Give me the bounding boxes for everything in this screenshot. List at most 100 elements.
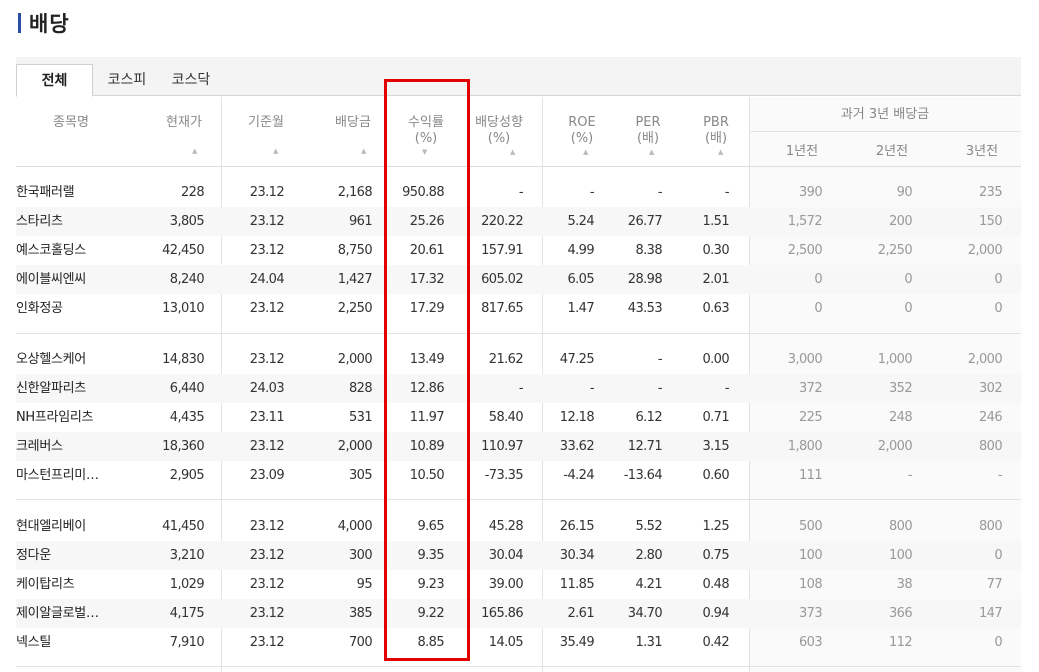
table-row: 인화정공 13,010 23.12 2,250 17.29 817.65 1.47 43.53…	[16, 294, 1021, 323]
cell-payout: -73.35	[484, 468, 523, 483]
header-yield[interactable]: 수익률 (%)	[396, 115, 456, 147]
cell-payout: 45.28	[488, 519, 523, 534]
header-payout-label: 배당성향	[475, 115, 523, 130]
cell-div: 828	[348, 381, 372, 396]
cell-div: 300	[348, 548, 372, 563]
cell-price: 7,910	[169, 635, 204, 650]
cell-yield: 10.89	[409, 439, 444, 454]
cell-div: 95	[356, 577, 372, 592]
cell-p3: 800	[978, 439, 1002, 454]
cell-p1: 2,500	[787, 243, 822, 258]
header-name[interactable]: 종목명	[16, 115, 126, 131]
triangle-up-icon[interactable]: ▲	[583, 148, 588, 156]
dividend-table: 종목명 현재가 ▲ 기준월 ▲ 배당금 ▲ 수익률 (%) ▼ 배당성향 (%)…	[16, 97, 1021, 672]
table-row: 에이블씨엔씨 8,240 24.04 1,427 17.32 605.02 6.05 28.9…	[16, 265, 1021, 294]
cell-p2: 2,250	[877, 243, 912, 258]
cell-price: 41,450	[162, 519, 204, 534]
section-title: 배당	[18, 8, 70, 38]
cell-div: 2,168	[337, 185, 372, 200]
cell-yield: 9.65	[417, 519, 444, 534]
header-pbr[interactable]: PBR (배)	[686, 115, 746, 147]
cell-pbr: 0.48	[702, 577, 729, 592]
stock-name-link[interactable]: 한국패러랠	[16, 178, 116, 207]
group-divider	[16, 499, 1021, 500]
header-base-month[interactable]: 기준월	[236, 115, 296, 131]
header-past-2y: 2년전	[875, 144, 909, 159]
stock-name-link[interactable]: 신한알파리츠	[16, 374, 116, 403]
cell-pbr: 0.30	[702, 243, 729, 258]
cell-p2: -	[907, 468, 912, 483]
cell-p1: 372	[798, 381, 822, 396]
triangle-up-icon[interactable]: ▲	[510, 148, 515, 156]
stock-name-link[interactable]: 크레버스	[16, 432, 116, 461]
cell-p2: 2,000	[877, 439, 912, 454]
stock-name-link[interactable]: 스타리츠	[16, 207, 116, 236]
cell-pbr: -	[724, 381, 729, 396]
cell-p1: 108	[798, 577, 822, 592]
stock-name-link[interactable]: 정다운	[16, 541, 116, 570]
cell-yield: 8.85	[417, 635, 444, 650]
cell-div: 4,000	[337, 519, 372, 534]
header-price[interactable]: 현재가	[154, 115, 214, 131]
header-roe[interactable]: ROE (%)	[552, 115, 612, 147]
cell-month: 23.12	[249, 577, 284, 592]
cell-yield: 12.86	[409, 381, 444, 396]
triangle-up-icon[interactable]: ▲	[718, 148, 723, 156]
cell-p1: 390	[798, 185, 822, 200]
stock-name-link[interactable]: 마스턴프리미…	[16, 461, 116, 490]
cell-price: 1,029	[169, 577, 204, 592]
cell-pbr: -	[724, 185, 729, 200]
cell-p3: 2,000	[967, 352, 1002, 367]
cell-pbr: 0.60	[702, 468, 729, 483]
triangle-down-icon[interactable]: ▼	[422, 148, 427, 156]
cell-yield: 11.97	[409, 410, 444, 425]
tab-all[interactable]: 전체	[16, 64, 93, 97]
cell-div: 2,000	[337, 439, 372, 454]
cell-payout: 817.65	[481, 301, 523, 316]
cell-pbr: 0.63	[702, 301, 729, 316]
triangle-up-icon[interactable]: ▲	[192, 147, 197, 155]
cell-month: 23.12	[249, 548, 284, 563]
cell-payout: 21.62	[488, 352, 523, 367]
cell-p3: 235	[978, 185, 1002, 200]
cell-price: 13,010	[162, 301, 204, 316]
stock-name-link[interactable]: 넥스틸	[16, 628, 116, 657]
header-per[interactable]: PER (배)	[618, 115, 678, 147]
cell-month: 23.12	[249, 519, 284, 534]
stock-name-link[interactable]: 인화정공	[16, 294, 116, 323]
cell-yield: 25.26	[409, 214, 444, 229]
page-title: 배당	[29, 12, 70, 36]
header-payout[interactable]: 배당성향 (%)	[466, 115, 532, 147]
table-row: 정다운 3,210 23.12 300 9.35 30.04 30.34 2.80 0.75 10…	[16, 541, 1021, 570]
header-past-3y: 3년전	[965, 144, 999, 159]
triangle-up-icon[interactable]: ▲	[273, 147, 278, 155]
stock-name-link[interactable]: NH프라임리츠	[16, 403, 116, 432]
table-row: 넥스틸 7,910 23.12 700 8.85 14.05 35.49 1.31 0.42 60…	[16, 628, 1021, 657]
stock-name-link[interactable]: 예스코홀딩스	[16, 236, 116, 265]
stock-name-link[interactable]: 현대엘리베이	[16, 512, 116, 541]
cell-p3: 150	[978, 214, 1002, 229]
cell-pbr: 2.01	[702, 272, 729, 287]
cell-p3: 0	[994, 635, 1002, 650]
cell-month: 23.12	[249, 439, 284, 454]
header-payout-unit: (%)	[487, 131, 511, 146]
stock-name-link[interactable]: 제이알글로벌…	[16, 599, 116, 628]
cell-p2: 112	[888, 635, 912, 650]
stock-name-link[interactable]: 오상헬스케어	[16, 345, 116, 374]
cell-yield: 9.35	[417, 548, 444, 563]
header-per-label: PER	[635, 115, 661, 130]
tab-kospi[interactable]: 코스피	[96, 64, 158, 96]
cell-yield: 10.50	[409, 468, 444, 483]
stock-name-link[interactable]: 케이탑리츠	[16, 570, 116, 599]
triangle-up-icon[interactable]: ▲	[361, 147, 366, 155]
cell-price: 4,175	[169, 606, 204, 621]
cell-yield: 9.23	[417, 577, 444, 592]
cell-payout: 157.91	[481, 243, 523, 258]
stock-name-link[interactable]: 에이블씨엔씨	[16, 265, 116, 294]
header-dividend[interactable]: 배당금	[323, 115, 383, 131]
triangle-up-icon[interactable]: ▲	[649, 148, 654, 156]
cell-p2: 366	[888, 606, 912, 621]
cell-yield: 17.29	[409, 301, 444, 316]
header-per-unit: (배)	[636, 131, 660, 146]
tab-kosdaq[interactable]: 코스닥	[158, 64, 224, 96]
